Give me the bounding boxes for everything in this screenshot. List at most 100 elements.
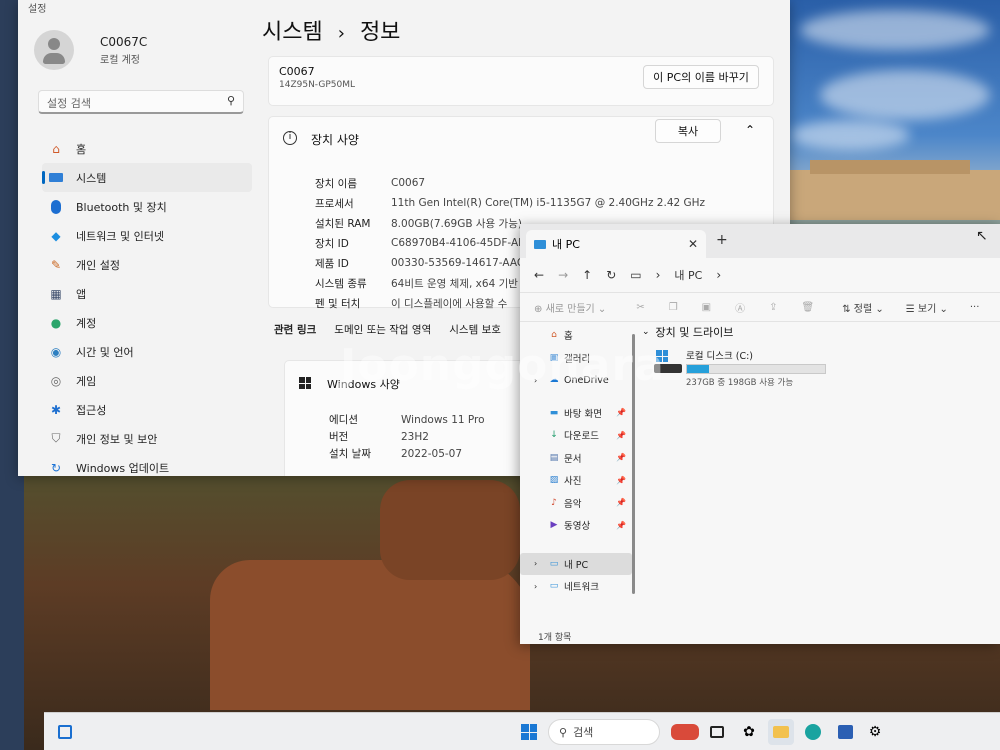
cloud (800, 10, 990, 50)
sidebar-item-network[interactable]: ◆ 네트워크 및 인터넷 (42, 221, 252, 250)
up-icon[interactable]: ↑ (582, 268, 592, 282)
breadcrumb-parent[interactable]: 시스템 (262, 20, 323, 45)
nav-item-pictures[interactable]: ▨ 사진 📌 (520, 469, 632, 492)
pin-icon: 📌 (616, 408, 626, 418)
sidebar-item-bluetooth[interactable]: Bluetooth 및 장치 (42, 192, 252, 221)
tab-my-pc[interactable]: 내 PC ✕ (526, 230, 706, 258)
sidebar-item-label: 시스템 (76, 171, 107, 185)
nav-item-my-pc[interactable]: › ▭ 내 PC (520, 552, 632, 575)
taskbar-search-label: 검색 (573, 726, 594, 739)
close-tab-icon[interactable]: ✕ (688, 237, 698, 251)
store-icon[interactable] (832, 719, 858, 745)
copy-button[interactable]: 복사 (655, 119, 721, 143)
rename-pc-button[interactable]: 이 PC의 이름 바꾸기 (643, 65, 759, 89)
nav-item-documents[interactable]: ▤ 문서 📌 (520, 447, 632, 470)
expand-icon[interactable]: › (534, 582, 537, 591)
file-explorer-icon[interactable] (768, 719, 794, 745)
paste-icon[interactable]: ▣ (702, 302, 711, 313)
search-icon: ⚲ (559, 725, 568, 739)
expand-icon[interactable]: › (534, 559, 537, 568)
copilot-badge-icon[interactable] (668, 719, 702, 745)
back-icon[interactable]: ← (534, 268, 544, 282)
search-placeholder: 설정 검색 (47, 97, 91, 110)
view-button[interactable]: ☰ 보기 ⌄ (906, 300, 948, 315)
gamepad-icon: ◎ (50, 373, 62, 388)
wifi-icon: ◆ (51, 228, 61, 243)
sidebar-item-label: 앱 (76, 287, 87, 301)
breadcrumb-separator: › (337, 23, 345, 44)
task-view-icon[interactable] (704, 719, 730, 745)
profile-name: C0067C (100, 34, 148, 49)
more-icon[interactable]: ··· (970, 302, 980, 313)
profile[interactable]: C0067C 로컬 계정 (34, 30, 147, 70)
profile-subtitle: 로컬 계정 (100, 54, 140, 66)
sidebar-item-home[interactable]: ⌂ 홈 (42, 134, 252, 163)
sort-button[interactable]: ⇅ 정렬 ⌄ (842, 300, 884, 315)
sidebar-item-gaming[interactable]: ◎ 게임 (42, 366, 252, 395)
breadcrumb-current: 정보 (359, 20, 401, 45)
pc-icon: ▭ (549, 558, 559, 569)
nav-item-downloads[interactable]: ↓ 다운로드 📌 (520, 424, 632, 447)
nav-item-desktop[interactable]: ▬ 바탕 화면 📌 (520, 402, 632, 425)
forward-icon[interactable]: → (558, 268, 568, 282)
sidebar-item-time-language[interactable]: ◉ 시간 및 언어 (42, 337, 252, 366)
link-system-protection[interactable]: 시스템 보호 (449, 322, 501, 337)
copy-icon[interactable]: ❐ (669, 302, 678, 313)
sidebar-item-label: 시간 및 언어 (76, 345, 134, 359)
spec-row: 장치 이름 C0067 (315, 173, 705, 193)
settings-title: 설정 (28, 4, 47, 15)
cut-icon[interactable]: ✂ (636, 302, 644, 313)
pin-icon: 📌 (616, 498, 626, 508)
nav-item-music[interactable]: ♪ 음악 📌 (520, 492, 632, 515)
group-header[interactable]: ⌄ 장치 및 드라이브 (642, 324, 992, 340)
cloud (790, 120, 910, 150)
rename-icon[interactable]: Ⓐ (735, 300, 745, 315)
spec-key: 펜 및 터치 (315, 297, 361, 310)
widgets-icon[interactable] (52, 719, 78, 745)
nav-label: 사진 (564, 476, 582, 488)
refresh-icon[interactable]: ↻ (606, 268, 616, 282)
sidebar-item-label: 개인 정보 및 보안 (76, 432, 158, 446)
spec-key: 제품 ID (315, 257, 349, 270)
spec-key: 프로세서 (315, 197, 354, 210)
sidebar-item-windows-update[interactable]: ↻ Windows 업데이트 (42, 453, 252, 476)
nav-item-videos[interactable]: ▶ 동영상 📌 (520, 514, 632, 537)
sidebar-item-accounts[interactable]: ● 계정 (42, 308, 252, 337)
drive-usage-fill (687, 365, 710, 373)
new-tab-icon[interactable]: + (716, 232, 728, 248)
drive-item-c[interactable]: 로컬 디스크 (C:) 237GB 중 198GB 사용 가능 (652, 348, 992, 388)
spec-row: 설치 날짜 2022-05-07 (329, 445, 485, 462)
sidebar-item-accessibility[interactable]: ✱ 접근성 (42, 395, 252, 424)
copilot-icon[interactable]: ✿ (736, 719, 762, 745)
chevron-up-icon[interactable]: ⌃ (745, 123, 755, 137)
new-button[interactable]: ⊕ 새로 만들기 ⌄ (534, 300, 606, 315)
sidebar-item-privacy[interactable]: ⛉ 개인 정보 및 보안 (42, 424, 252, 453)
address-path[interactable]: 내 PC (674, 267, 702, 283)
settings-search-input[interactable]: 설정 검색 ⚲ (38, 90, 244, 114)
taskbar: ⚲ 검색 ✿ ⚙ (44, 712, 1000, 750)
link-domain-workspace[interactable]: 도메인 또는 작업 영역 (334, 322, 431, 337)
start-icon[interactable] (516, 719, 542, 745)
pc-icon (534, 239, 546, 249)
status-bar: 1개 항목 (538, 633, 572, 643)
sidebar-item-system[interactable]: 시스템 (42, 163, 252, 192)
account-icon: ● (50, 315, 62, 330)
sidebar-item-label: 네트워크 및 인터넷 (76, 229, 164, 243)
device-name-card: C0067 14Z95N-GP50ML 이 PC의 이름 바꾸기 (268, 56, 774, 106)
settings-gear-icon[interactable]: ⚙ (862, 719, 888, 745)
nav-item-network[interactable]: › ▭ 네트워크 (520, 575, 632, 598)
share-icon[interactable]: ⇪ (769, 302, 777, 313)
taskbar-search[interactable]: ⚲ 검색 (548, 719, 660, 745)
drive-free-space: 237GB 중 198GB 사용 가능 (686, 378, 794, 388)
chevron-right-icon: › (655, 268, 661, 282)
delete-icon[interactable]: 🗑 (802, 302, 815, 313)
edge-icon[interactable] (800, 719, 826, 745)
avatar (34, 30, 74, 70)
spec-row: 버전 23H2 (329, 428, 485, 445)
sidebar-item-label: 접근성 (76, 403, 107, 417)
tab-title: 내 PC (552, 238, 580, 251)
sidebar-item-personalization[interactable]: ✎ 개인 설정 (42, 250, 252, 279)
related-links: 관련 링크 도메인 또는 작업 영역 시스템 보호 (274, 322, 501, 337)
spec-value: 8.00GB(7.69GB 사용 가능) (391, 217, 522, 230)
sidebar-item-apps[interactable]: ▦ 앱 (42, 279, 252, 308)
